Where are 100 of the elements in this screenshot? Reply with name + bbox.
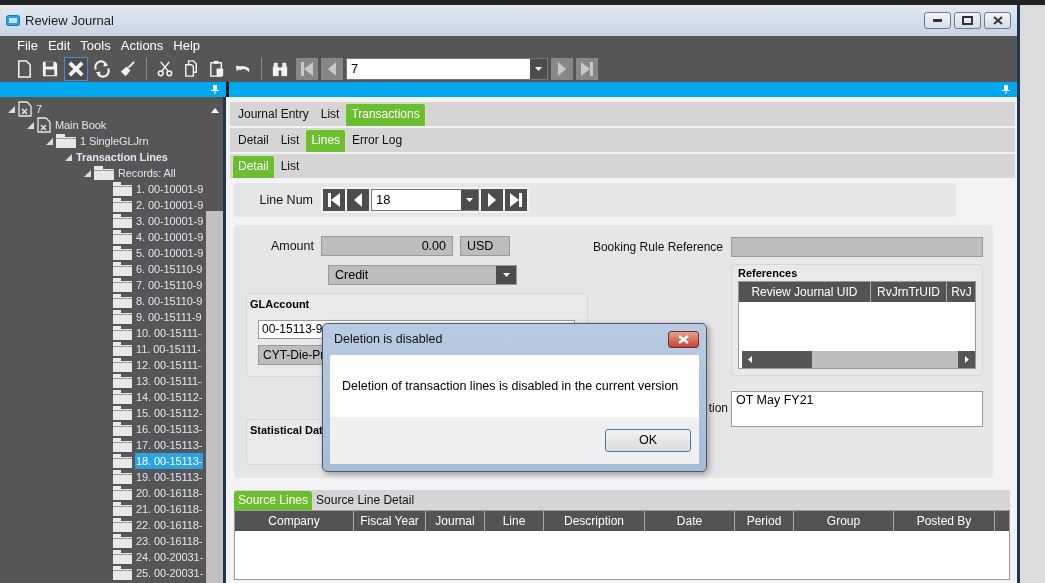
window-icon [6,15,20,26]
tab[interactable]: Detail [232,128,275,152]
tree-item[interactable]: 7 [35,101,44,117]
tab[interactable]: List [314,102,346,126]
pin-icon[interactable] [211,85,219,94]
tree-item[interactable]: 24. 00-20031- [135,549,205,565]
minimize-button[interactable] [924,12,951,29]
column-header[interactable]: Fiscal Year [354,511,426,531]
close-button[interactable] [984,12,1011,29]
tree-item[interactable]: 12. 00-15111- [135,357,203,373]
document-icon [37,117,51,133]
expand-arrow-icon[interactable] [45,137,53,145]
tree-item[interactable]: 7. 00-15110-9 [135,277,204,293]
scroll-up-icon[interactable] [210,107,219,113]
tree-item[interactable]: 5. 00-10001-9 [135,245,205,261]
close-icon [678,335,689,344]
restore-icon [962,16,973,25]
folder-icon [113,342,132,356]
booking-rule-field[interactable] [731,237,983,257]
folder-icon [113,454,132,468]
folder-icon [113,278,132,292]
broom-icon [118,58,138,79]
column-header[interactable]: RvJ [947,282,975,303]
column-header[interactable]: Posted By [894,511,995,531]
column-header[interactable]: Period [735,511,794,531]
tree-item[interactable]: 25. 00-20031- [135,565,205,581]
menu-item[interactable]: Actions [115,37,169,54]
debit-credit-dropdown[interactable]: Credit [328,265,517,285]
last-button[interactable] [505,189,527,211]
tree-item[interactable]: 10. 00-15111- [135,325,203,341]
minimize-icon [933,19,942,22]
tree-item[interactable]: 1 SingleGLJrn [79,133,150,149]
tree-item[interactable]: Records: All [117,165,177,181]
tree-item[interactable]: 9. 00-15111-9 [135,309,203,325]
tree-item[interactable]: 13. 00-15111- [135,373,203,389]
tree-item[interactable]: 6. 00-15110-9 [135,261,204,277]
delete-button[interactable] [64,56,88,81]
first-record-icon [327,192,341,208]
close-button[interactable] [668,331,699,348]
menu-item[interactable]: File [12,37,43,54]
tree-item[interactable]: 15. 00-15112- [135,405,204,421]
folder-icon [113,534,132,548]
tree-item[interactable]: 22. 00-16118- [135,517,204,533]
folder-icon [113,438,132,452]
ok-button[interactable]: OK [605,429,691,452]
folder-icon [113,406,132,420]
tree-item[interactable]: 19. 00-15113- [135,469,204,485]
tree-item[interactable]: 23. 00-16118- [135,533,204,549]
tree-item[interactable]: 11. 00-15111- [135,341,202,357]
expand-arrow-icon[interactable] [83,169,91,177]
folder-icon [113,294,132,308]
column-header[interactable]: Date [645,511,735,531]
tree-item[interactable]: 14. 00-15112- [135,389,204,405]
line-num-combobox[interactable]: 18 [371,189,479,211]
menu-item[interactable]: Tools [75,37,116,54]
tree-item[interactable]: 3. 00-10001-9 [135,213,205,229]
column-header[interactable]: Company [235,511,354,531]
pin-icon[interactable] [1002,85,1010,94]
field-label: Booking Rule Reference [591,239,724,255]
folder-icon [113,550,132,564]
expand-arrow-icon[interactable] [26,121,34,129]
expand-arrow-icon[interactable] [7,105,15,113]
amount-field[interactable]: 0.00 [321,236,453,256]
scroll-left-icon[interactable] [748,356,752,364]
scroll-right-icon[interactable] [964,356,969,364]
folder-icon [56,134,76,148]
menu-item[interactable]: Edit [42,37,76,54]
tree-item[interactable]: 1. 00-10001-9 [135,181,205,197]
restore-button[interactable] [954,12,981,29]
record-combobox[interactable]: 7 [346,57,548,80]
tab[interactable]: List [274,128,306,152]
tree-item[interactable]: Main Book [54,117,108,133]
previous-button[interactable] [347,189,369,211]
folder-icon [113,374,132,388]
description-field[interactable]: OT May FY21 [731,391,983,427]
last-record-icon [509,192,523,208]
tree-item[interactable]: 21. 00-16118- [135,501,204,517]
folder-icon [113,326,132,340]
currency-field[interactable]: USD [460,236,510,256]
tab[interactable]: Journal Entry [232,102,315,126]
next-button[interactable] [481,189,503,211]
tree-item[interactable]: 20. 00-16118- [135,485,204,501]
first-button[interactable] [323,189,345,211]
column-header[interactable]: Journal [426,511,485,531]
tab[interactable]: List [274,154,306,178]
horizontal-scrollbar[interactable] [739,351,975,369]
tree-item[interactable]: 17. 00-15113- [135,437,204,453]
column-header[interactable]: Description [544,511,645,531]
tree-item[interactable]: 2. 00-10001-9 [135,197,205,213]
tree-item[interactable]: 4. 00-10001-9 [135,229,205,245]
tab[interactable]: Source Line Detail [312,490,419,510]
tree-item[interactable]: Transaction Lines [75,149,169,165]
folder-icon [113,518,132,532]
tab[interactable]: Error Log [346,128,409,152]
column-header[interactable]: Line [485,511,544,531]
menu-item[interactable]: Help [168,37,206,54]
tree-item[interactable]: 8. 00-15110-9 [135,293,204,309]
expand-arrow-icon[interactable] [64,153,72,161]
tree-item[interactable]: 16. 00-15113- [135,421,204,437]
column-header[interactable]: Group [794,511,894,531]
